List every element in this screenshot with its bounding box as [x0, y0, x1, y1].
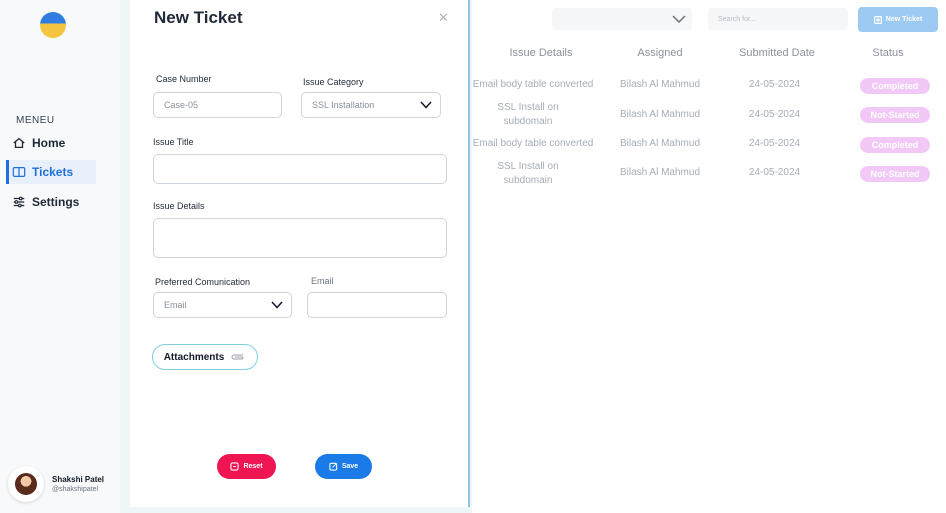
table-cell-date: 24-05-2024	[748, 138, 801, 149]
new-ticket-label: New Ticket	[885, 16, 923, 23]
table-cell-assigned: Bilash Al Mahmud	[619, 167, 701, 178]
status-badge: Completed	[860, 78, 930, 94]
status-badge: Not-Started	[860, 107, 930, 123]
column-header-status: Status	[872, 47, 904, 59]
table-cell-assigned: Bilash Al Mahmud	[619, 79, 701, 90]
email-label: Email	[311, 276, 334, 286]
table-cell-date: 24-05-2024	[748, 167, 801, 178]
table-cell-assigned: Bilash Al Mahmud	[619, 109, 701, 120]
tickets-list-area: Search for... New Ticket Issue Details A…	[472, 0, 946, 513]
new-ticket-panel: New Ticket ✕ Case Number Case-05 Issue C…	[130, 0, 470, 507]
app-logo	[40, 12, 66, 38]
reset-icon	[230, 462, 240, 471]
menu-title: MENEU	[16, 115, 55, 126]
table-cell-details: Email body table converted	[472, 79, 594, 90]
ticket-icon	[12, 167, 26, 177]
column-header-issue-details: Issue Details	[509, 47, 573, 59]
sidebar-item-label: Tickets	[32, 165, 74, 179]
search-input[interactable]: Search for...	[708, 8, 848, 30]
attachments-label: Attachments	[163, 351, 225, 363]
avatar	[8, 466, 44, 502]
profile-name: Shakshi Patel	[52, 475, 105, 484]
chevron-down-icon	[420, 101, 432, 109]
reset-button[interactable]: Reset	[217, 454, 276, 479]
issue-title-label: Issue Title	[153, 137, 194, 147]
column-header-submitted-date: Submitted Date	[739, 47, 815, 59]
chevron-down-icon	[672, 15, 686, 23]
paperclip-icon	[231, 354, 244, 360]
status-badge: Completed	[860, 137, 930, 153]
issue-details-field[interactable]	[153, 218, 447, 258]
panel-title: New Ticket	[154, 8, 243, 27]
issue-category-select[interactable]: SSL Installation	[301, 92, 441, 118]
sidebar-item-tickets[interactable]: Tickets	[6, 160, 96, 184]
table-cell-assigned: Bilash Al Mahmud	[619, 138, 701, 149]
column-header-assigned: Assigned	[637, 47, 683, 59]
save-button[interactable]: Save	[315, 454, 372, 479]
sidebar-item-settings[interactable]: Settings	[10, 190, 100, 214]
status-badge: Not-Started	[860, 166, 930, 182]
sidebar-item-label: Settings	[32, 195, 80, 209]
profile-handle: @shakshipatel	[52, 486, 99, 493]
table-cell-details: SSL Install on subdomain	[497, 102, 559, 127]
email-field[interactable]	[307, 292, 447, 318]
plus-icon	[873, 15, 882, 24]
sliders-icon	[13, 196, 25, 208]
issue-details-label: Issue Details	[153, 201, 205, 211]
sidebar: MENEU Home Tickets Settings Shakshi Pate…	[0, 0, 120, 513]
case-number-label: Case Number	[156, 74, 212, 84]
reset-label: Reset	[243, 463, 263, 470]
issue-title-field[interactable]	[153, 154, 447, 184]
issue-category-label: Issue Category	[303, 77, 364, 87]
table-cell-date: 24-05-2024	[748, 79, 801, 90]
close-icon[interactable]: ✕	[438, 10, 449, 26]
sidebar-item-label: Home	[32, 136, 66, 150]
filter-dropdown[interactable]	[552, 8, 692, 30]
preferred-communication-label: Preferred Comunication	[155, 277, 251, 287]
user-profile[interactable]: Shakshi Patel @shakshipatel	[8, 466, 104, 502]
preferred-communication-select[interactable]: Email	[153, 292, 292, 318]
attachments-button[interactable]: Attachments	[152, 344, 258, 370]
home-icon	[13, 137, 25, 149]
table-cell-date: 24-05-2024	[748, 109, 801, 120]
new-ticket-button[interactable]: New Ticket	[858, 7, 938, 32]
chevron-down-icon	[271, 301, 283, 309]
case-number-field[interactable]: Case-05	[153, 92, 282, 118]
preferred-communication-value: Email	[164, 300, 187, 310]
table-cell-details: Email body table converted	[472, 138, 594, 149]
table-cell-details: SSL Install on subdomain	[497, 161, 559, 186]
sidebar-item-home[interactable]: Home	[10, 131, 100, 155]
save-label: Save	[341, 463, 359, 470]
issue-category-value: SSL Installation	[312, 100, 375, 110]
edit-icon	[329, 462, 338, 471]
